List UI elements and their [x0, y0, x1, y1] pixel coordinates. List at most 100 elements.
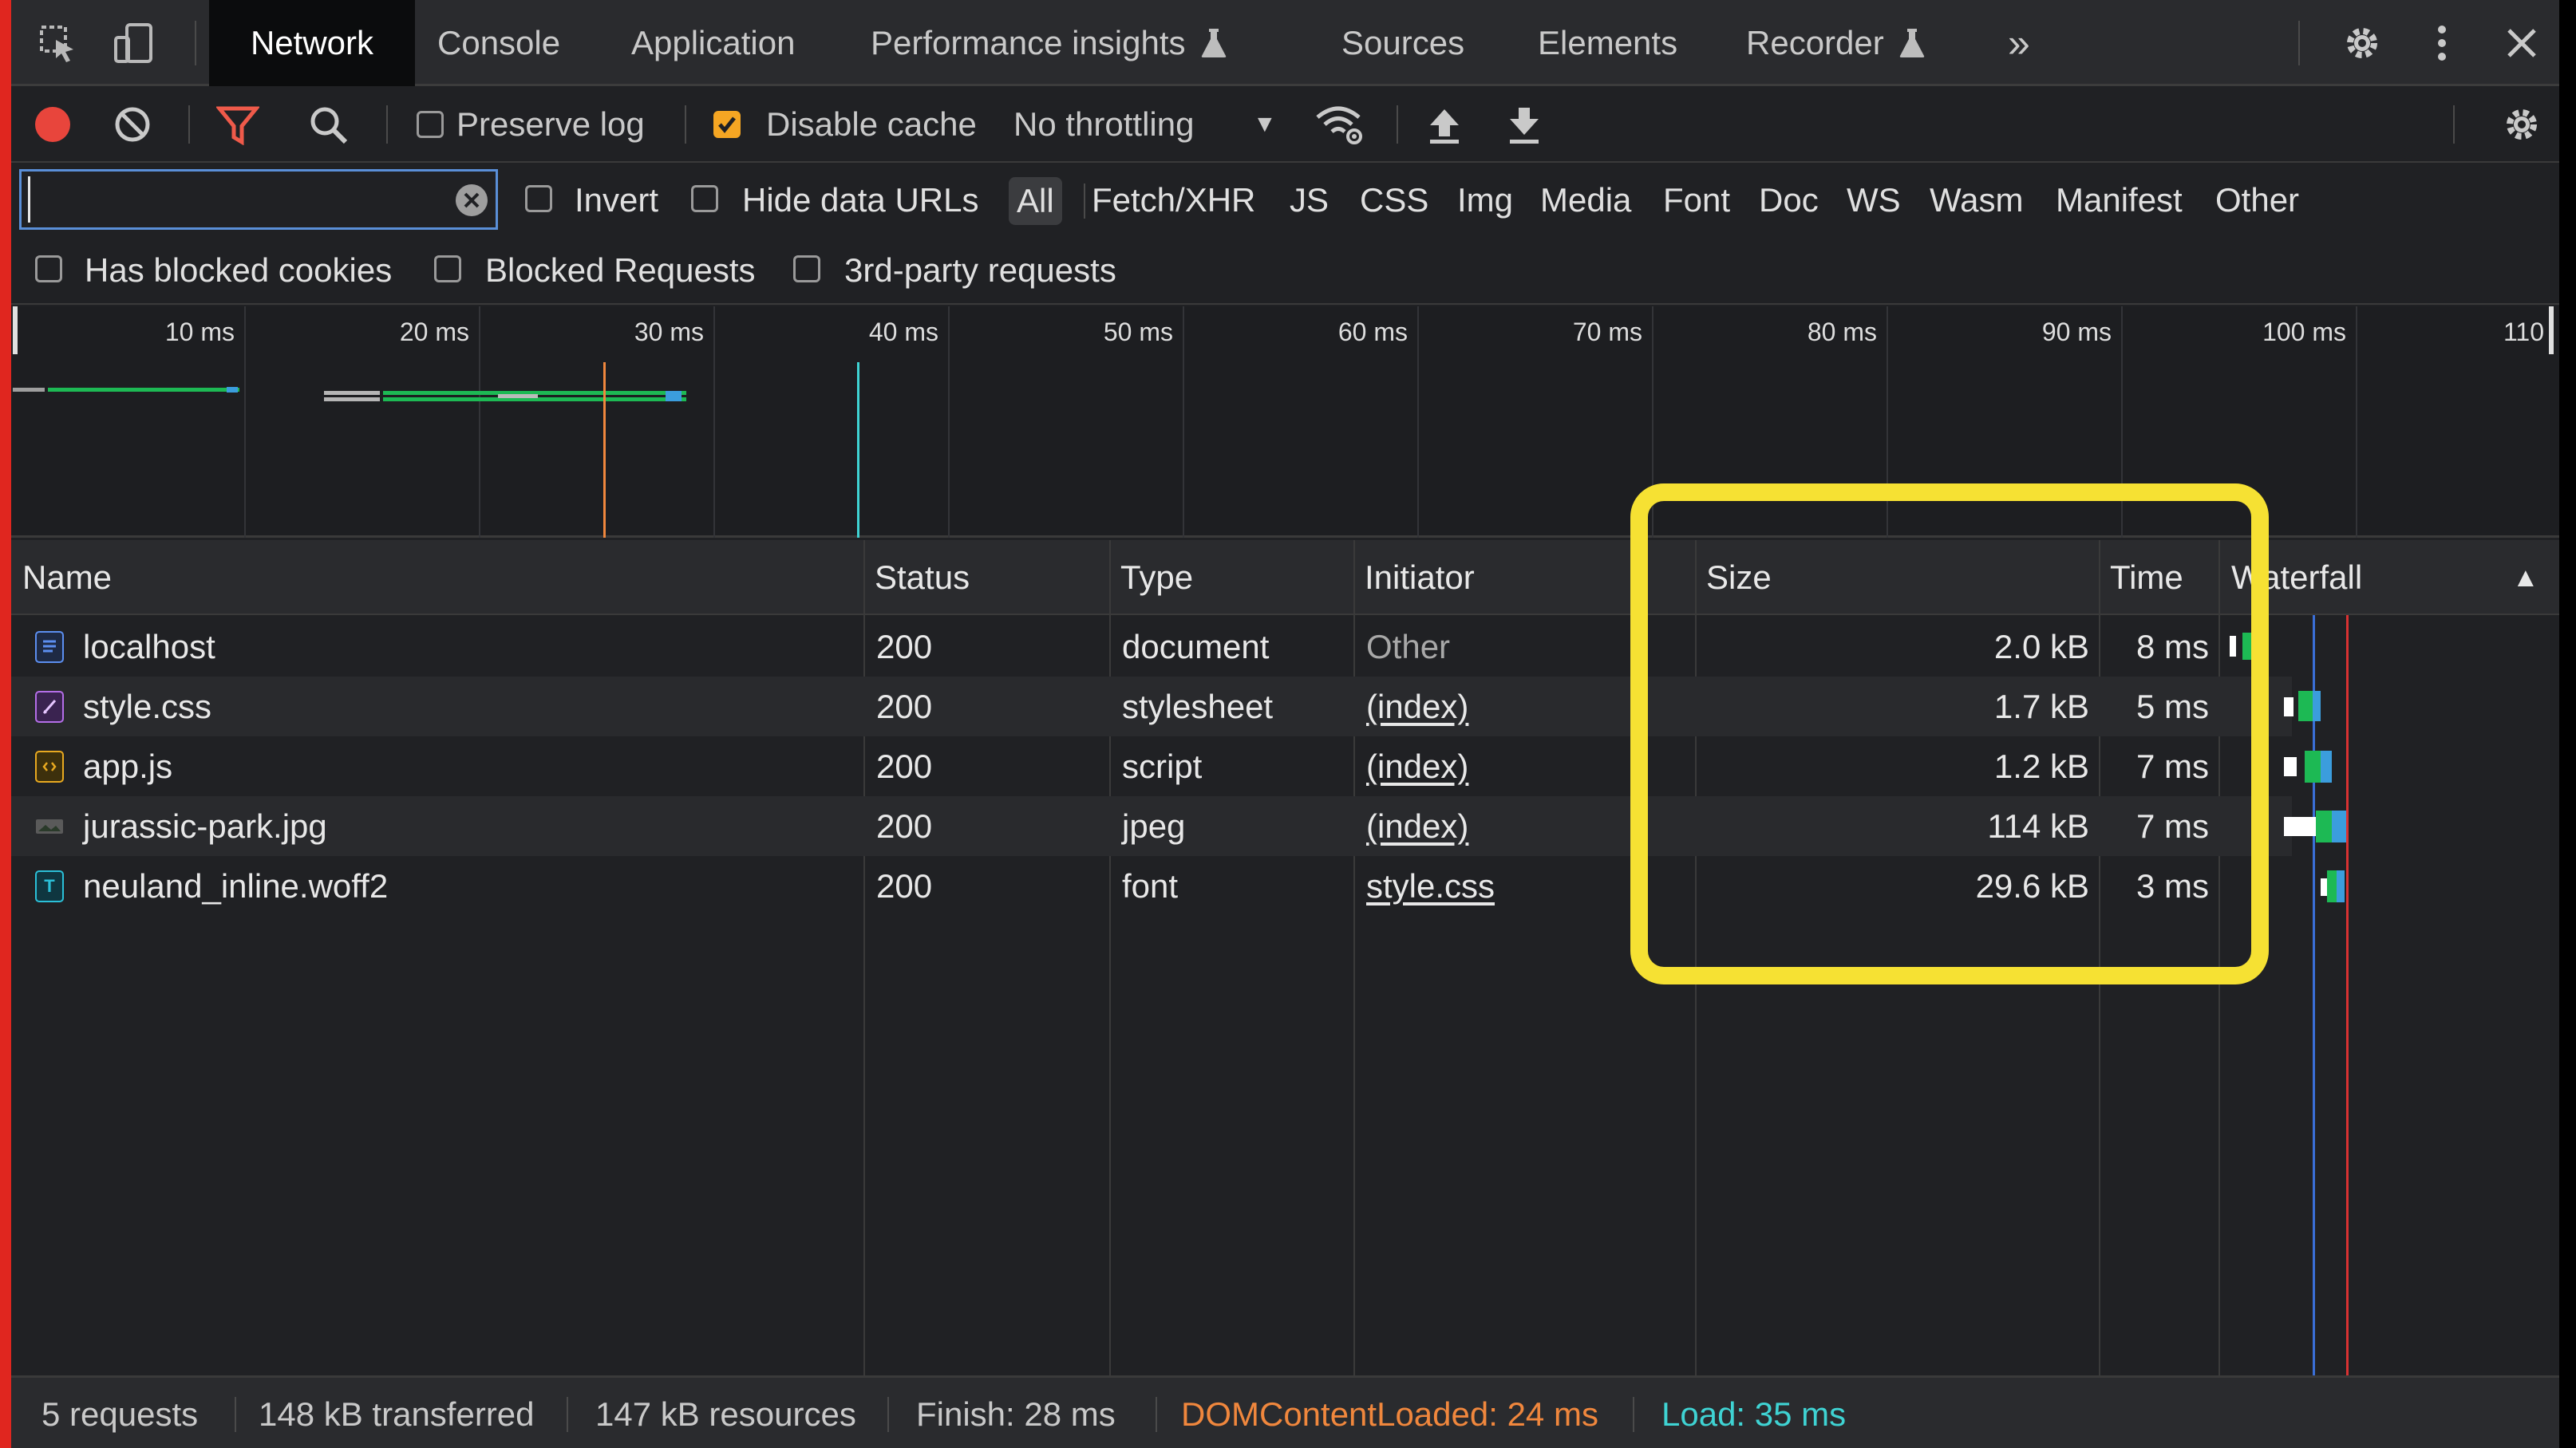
- waterfall-bar: [2316, 811, 2333, 842]
- tab-application-label: Application: [631, 24, 796, 61]
- filter-separator: [1084, 183, 1085, 219]
- overview-tick-label: 60 ms: [1337, 318, 1408, 346]
- tab-sources[interactable]: Sources: [1341, 0, 1464, 86]
- type-filter-doc[interactable]: Doc: [1759, 164, 1819, 236]
- request-status: 200: [876, 866, 933, 905]
- request-type: font: [1122, 866, 1179, 905]
- table-row[interactable]: T neuland_inline.woff2 200 font style.cs…: [11, 856, 2345, 916]
- tab-recorder[interactable]: Recorder: [1746, 0, 1926, 86]
- type-filter-css[interactable]: CSS: [1360, 164, 1428, 236]
- has-blocked-cookies-checkbox[interactable]: [35, 255, 62, 282]
- overview-gridline: [1183, 306, 1184, 538]
- throttling-select[interactable]: No throttling ▼: [1013, 86, 1285, 163]
- tab-elements[interactable]: Elements: [1538, 0, 1677, 86]
- column-header-size[interactable]: Size: [1695, 540, 1772, 615]
- disable-cache-checkbox[interactable]: [713, 111, 741, 138]
- screen: Network Console Application Performance …: [0, 0, 2576, 1448]
- inspect-element-icon[interactable]: [35, 21, 80, 65]
- type-filter-ws[interactable]: WS: [1847, 164, 1901, 236]
- request-size: 114 kB: [1987, 807, 2089, 845]
- finish-time: Finish: 28 ms: [916, 1395, 1116, 1433]
- timeline-overview[interactable]: 10 ms 20 ms 30 ms 40 ms 50 ms 60 ms 70 m…: [11, 306, 2559, 538]
- filter-funnel-icon[interactable]: [215, 104, 260, 147]
- overview-bar-document: [13, 388, 45, 392]
- column-header-status[interactable]: Status: [863, 540, 970, 615]
- request-initiator-link[interactable]: style.css: [1366, 856, 1495, 916]
- overview-dcl-marker: [603, 362, 606, 538]
- column-header-initiator[interactable]: Initiator: [1353, 540, 1475, 615]
- overview-bar-resources: [666, 391, 682, 401]
- type-filter-label: All: [1017, 182, 1054, 219]
- clear-icon[interactable]: [112, 104, 153, 145]
- type-filter-manifest[interactable]: Manifest: [2056, 164, 2183, 236]
- waterfall-load-line: [2346, 615, 2349, 1375]
- tab-application[interactable]: Application: [631, 0, 795, 86]
- tab-console-label: Console: [437, 24, 561, 61]
- table-row[interactable]: style.css 200 stylesheet (index) 1.7 kB …: [11, 677, 2321, 736]
- overview-bar-document: [48, 388, 239, 392]
- network-settings-gear-icon[interactable]: [2499, 102, 2544, 147]
- request-type: script: [1122, 747, 1203, 785]
- overview-gridline: [2356, 306, 2357, 538]
- type-filter-js[interactable]: JS: [1290, 164, 1329, 236]
- type-filter-all[interactable]: All: [1009, 177, 1062, 225]
- tab-network[interactable]: Network: [209, 0, 415, 86]
- preserve-log-checkbox[interactable]: [417, 111, 444, 138]
- overview-bar-resources: [324, 397, 380, 401]
- column-header-time[interactable]: Time: [2099, 540, 2183, 615]
- waterfall-bar: [2230, 636, 2236, 657]
- tab-console[interactable]: Console: [437, 0, 560, 86]
- search-icon[interactable]: [306, 104, 351, 147]
- overview-right-handle[interactable]: [2549, 306, 2554, 354]
- column-header-type[interactable]: Type: [1109, 540, 1193, 615]
- network-conditions-wifi-icon[interactable]: [1314, 102, 1366, 147]
- throttling-value: No throttling: [1013, 105, 1195, 143]
- import-har-upload-icon[interactable]: [1424, 104, 1465, 147]
- request-initiator-link[interactable]: (index): [1366, 677, 1468, 736]
- overview-tick-label: 90 ms: [2041, 318, 2112, 346]
- sort-ascending-icon[interactable]: ▲: [2501, 540, 2539, 615]
- type-filter-other[interactable]: Other: [2215, 164, 2299, 236]
- type-filter-wasm[interactable]: Wasm: [1930, 164, 2023, 236]
- experiment-flask-icon: [1200, 27, 1227, 59]
- status-separator: [887, 1397, 889, 1432]
- third-party-requests-checkbox[interactable]: [793, 255, 820, 282]
- request-name: app.js: [83, 747, 173, 785]
- settings-gear-icon[interactable]: [2340, 21, 2384, 65]
- more-tabs-button[interactable]: »: [2008, 0, 2030, 86]
- blocked-requests-checkbox[interactable]: [434, 255, 461, 282]
- close-icon[interactable]: [2501, 22, 2542, 64]
- toolbar-separator: [386, 105, 388, 144]
- toolbar-separator: [188, 105, 190, 144]
- font-icon: T: [35, 870, 64, 902]
- type-filter-media[interactable]: Media: [1540, 164, 1631, 236]
- export-har-download-icon[interactable]: [1503, 104, 1545, 147]
- column-header-name[interactable]: Name: [11, 540, 112, 615]
- clear-filter-icon[interactable]: [454, 183, 489, 218]
- kebab-menu-icon[interactable]: [2426, 21, 2458, 65]
- filter-bar-secondary: Has blocked cookies Blocked Requests 3rd…: [11, 236, 2559, 305]
- table-row[interactable]: localhost 200 document Other 2.0 kB 8 ms: [11, 617, 2292, 677]
- request-initiator-link[interactable]: (index): [1366, 796, 1468, 856]
- device-toolbar-icon[interactable]: [110, 19, 158, 67]
- type-filter-fetch-xhr[interactable]: Fetch/XHR: [1092, 164, 1255, 236]
- filter-input[interactable]: [28, 176, 443, 223]
- hide-data-urls-checkbox[interactable]: [691, 185, 718, 212]
- filter-bar: Invert Hide data URLs All Fetch/XHR JS C…: [11, 164, 2559, 236]
- request-size: 1.2 kB: [1993, 747, 2089, 785]
- type-filter-font[interactable]: Font: [1663, 164, 1730, 236]
- overview-left-handle[interactable]: [13, 306, 18, 354]
- invert-checkbox[interactable]: [525, 185, 552, 212]
- tab-performance-insights[interactable]: Performance insights: [871, 0, 1227, 86]
- record-button[interactable]: [32, 104, 73, 145]
- request-status: 200: [876, 687, 933, 725]
- toolbar-separator: [1397, 105, 1398, 144]
- overview-tick-label: 10 ms: [164, 318, 235, 346]
- request-initiator-link[interactable]: (index): [1366, 736, 1468, 796]
- column-header-waterfall[interactable]: Waterfall: [2220, 540, 2362, 615]
- overview-tick-label: 70 ms: [1572, 318, 1642, 346]
- document-icon: [35, 631, 64, 663]
- table-row[interactable]: jurassic-park.jpg 200 jpeg (index) 114 k…: [11, 796, 2346, 856]
- table-row[interactable]: app.js 200 script (index) 1.2 kB 7 ms: [11, 736, 2332, 796]
- type-filter-img[interactable]: Img: [1457, 164, 1513, 236]
